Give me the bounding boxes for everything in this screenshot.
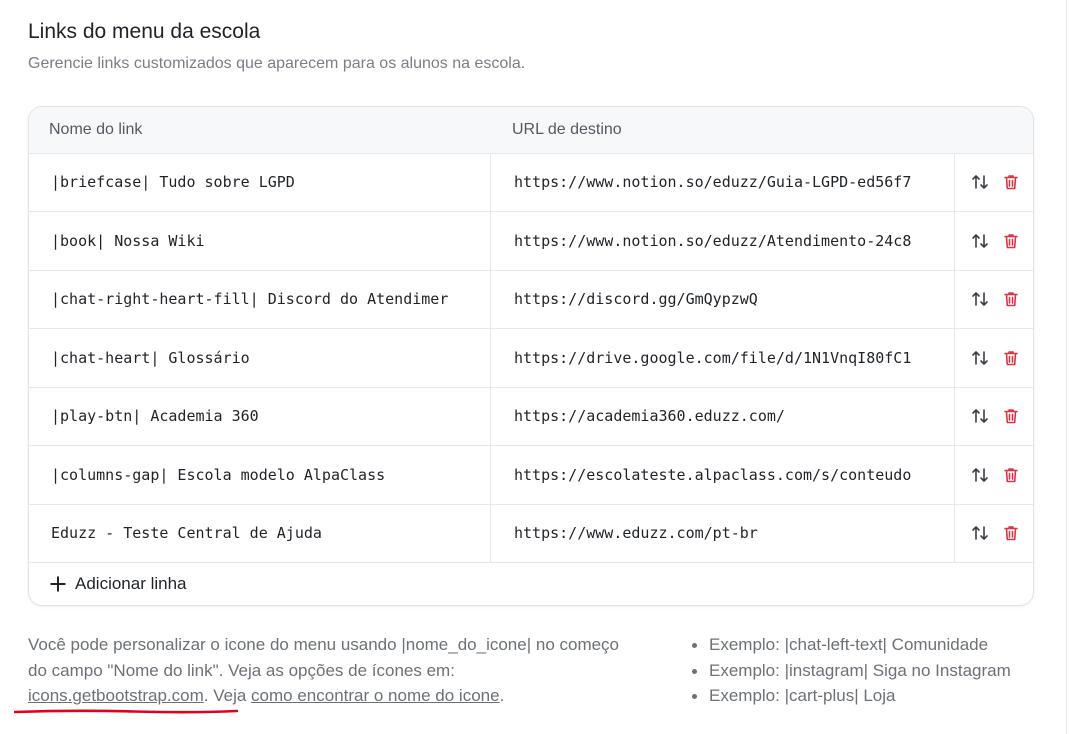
link-name-value: |book| Nossa Wiki [51,231,205,250]
examples-list: Exemplo: |chat-left-text| Comunidade Exe… [690,632,1011,709]
link-url-value: https://www.eduzz.com/pt-br [514,524,758,542]
link-url-field[interactable]: https://www.eduzz.com/pt-br [492,504,955,562]
table-row: |chat-right-heart-fill| Discord do Atend… [29,270,1033,329]
link-name-value: Eduzz - Teste Central de Ajuda [51,524,322,542]
arrow-down-up-icon[interactable] [970,289,990,309]
arrow-down-up-icon[interactable] [970,348,990,368]
find-icon-name-link[interactable]: como encontrar o nome do icone [251,686,500,705]
link-url-value: https://drive.google.com/file/d/1N1VnqI8… [514,348,912,367]
arrow-down-up-icon[interactable] [970,406,990,426]
row-actions [956,212,1033,270]
link-url-field[interactable]: https://escolateste.alpaclass.com/s/cont… [492,445,955,504]
row-actions [956,446,1033,504]
example-item: Exemplo: |chat-left-text| Comunidade [690,632,1011,658]
link-url-value: https://discord.gg/GmQypzwQ [514,290,758,308]
links-table: Nome do link URL de destino |briefcase| … [28,106,1034,606]
trash-icon[interactable] [1001,289,1021,309]
add-row-label: Adicionar linha [75,574,187,593]
page-title: Links do menu da escola [28,20,261,43]
help-text: Você pode personalizar o icone do menu u… [28,632,628,709]
trash-icon[interactable] [1001,523,1021,543]
row-actions [956,153,1033,211]
row-actions [956,329,1033,387]
link-url-field[interactable]: https://discord.gg/GmQypzwQ [492,270,955,328]
link-url-field[interactable]: https://www.notion.so/eduzz/Atendimento-… [492,211,955,270]
link-name-field[interactable]: |briefcase| Tudo sobre LGPD [29,153,491,211]
red-underline-annotation [14,709,238,714]
help-text-part3: . [499,686,505,705]
link-name-field[interactable]: |play-btn| Academia 360 [29,387,491,445]
row-actions [956,270,1033,328]
link-url-value: https://www.notion.so/eduzz/Atendimento-… [514,231,912,250]
trash-icon[interactable] [1001,231,1021,251]
link-name-value: |chat-right-heart-fill| Discord do Atend… [51,290,449,308]
arrow-down-up-icon[interactable] [970,523,990,543]
link-name-value: |play-btn| Academia 360 [51,407,259,425]
column-header-name: Nome do link [49,121,143,138]
help-text-part1: Você pode personalizar o icone do menu u… [28,635,620,680]
table-row: |briefcase| Tudo sobre LGPD https://www.n… [29,153,1033,212]
row-actions [956,504,1033,562]
link-name-value: |chat-heart| Glossário [51,348,250,367]
link-name-field[interactable]: Eduzz - Teste Central de Ajuda [29,504,491,562]
page-divider [1066,0,1067,734]
link-name-value: |columns-gap| Escola modelo AlpaClass [51,465,386,484]
column-header-url: URL de destino [512,121,622,138]
trash-icon[interactable] [1001,406,1021,426]
table-header: Nome do link URL de destino [29,107,1033,154]
table-row: |book| Nossa Wiki https://www.notion.so/e… [29,211,1033,271]
link-name-field[interactable]: |chat-right-heart-fill| Discord do Atend… [29,270,491,328]
link-name-field[interactable]: |chat-heart| Glossário [29,328,491,387]
page-subtitle: Gerencie links customizados que aparecem… [28,55,526,72]
trash-icon[interactable] [1001,348,1021,368]
example-item: Exemplo: |instagram| Siga no Instagram [690,658,1011,684]
plus-icon [50,576,66,592]
table-row: Eduzz - Teste Central de Ajuda https://ww… [29,504,1033,563]
arrow-down-up-icon[interactable] [970,465,990,485]
row-actions [956,387,1033,445]
link-url-value: https://escolateste.alpaclass.com/s/cont… [514,465,912,484]
bootstrap-icons-link[interactable]: icons.getbootstrap.com [28,686,204,705]
link-url-value: https://www.notion.so/eduzz/Guia-LGPD-ed… [514,173,912,191]
table-row: |play-btn| Academia 360 https://academia3… [29,387,1033,446]
help-text-part2: . Veja [203,686,252,705]
trash-icon[interactable] [1001,172,1021,192]
arrow-down-up-icon[interactable] [970,231,990,251]
trash-icon[interactable] [1001,465,1021,485]
link-url-field[interactable]: https://academia360.eduzz.com/ [492,387,955,445]
link-url-field[interactable]: https://drive.google.com/file/d/1N1VnqI8… [492,328,955,387]
example-item: Exemplo: |cart-plus| Loja [690,683,1011,709]
link-name-value: |briefcase| Tudo sobre LGPD [51,173,295,191]
link-name-field[interactable]: |book| Nossa Wiki [29,211,491,270]
table-row: |chat-heart| Glossário https://drive.goog… [29,328,1033,388]
arrow-down-up-icon[interactable] [970,172,990,192]
link-url-value: https://academia360.eduzz.com/ [514,407,785,425]
table-row: |columns-gap| Escola modelo AlpaClass htt… [29,445,1033,505]
link-name-field[interactable]: |columns-gap| Escola modelo AlpaClass [29,445,491,504]
link-url-field[interactable]: https://www.notion.so/eduzz/Guia-LGPD-ed… [492,153,955,211]
